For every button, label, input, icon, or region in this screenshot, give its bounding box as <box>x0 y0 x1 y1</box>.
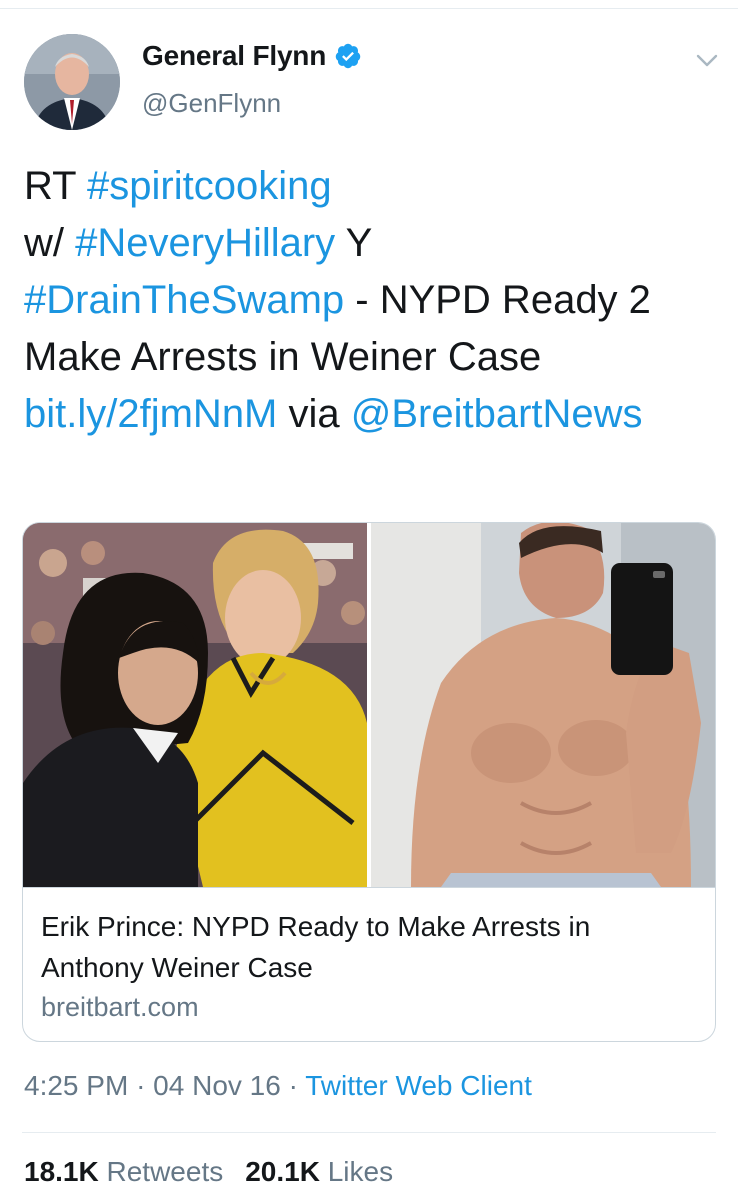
retweets-label: Retweets <box>106 1156 224 1187</box>
card-body[interactable]: Erik Prince: NYPD Ready to Make Arrests … <box>23 887 715 1023</box>
short-url-link[interactable]: bit.ly/2fjmNnM <box>24 392 277 436</box>
tweet-text: RT #spiritcooking w/ #NeveryHillary Y #D… <box>24 158 704 443</box>
card-image-right <box>371 523 715 887</box>
tweet-stats: 18.1K Retweets 20.1K Likes <box>24 1156 393 1188</box>
hashtag-link-spiritcooking[interactable]: #spiritcooking <box>87 164 332 208</box>
card-image-left <box>23 523 367 887</box>
retweets-count: 18.1K <box>24 1156 99 1187</box>
tweet-text-segment: Y <box>335 221 373 265</box>
meta-separator: · <box>288 1070 298 1101</box>
link-preview-card[interactable]: Erik Prince: NYPD Ready to Make Arrests … <box>22 522 716 1042</box>
tweet-date[interactable]: 04 Nov 16 <box>153 1070 281 1101</box>
mention-link-breitbartnews[interactable]: @BreitbartNews <box>351 392 643 436</box>
avatar[interactable] <box>24 34 120 130</box>
likes-label: Likes <box>327 1156 394 1187</box>
tweet-text-segment: RT <box>24 164 87 208</box>
tweet-menu-button[interactable] <box>692 46 722 76</box>
author-handle[interactable]: @GenFlynn <box>142 88 281 119</box>
verified-badge-icon <box>334 42 362 70</box>
stats-divider <box>22 1132 716 1133</box>
hashtag-link-neveryhillary[interactable]: #NeveryHillary <box>75 221 335 265</box>
tweet-client-link[interactable]: Twitter Web Client <box>305 1070 532 1101</box>
likes-count: 20.1K <box>245 1156 320 1187</box>
tweet-text-segment: via <box>277 392 351 436</box>
top-divider <box>0 8 738 9</box>
display-name[interactable]: General Flynn <box>142 40 326 72</box>
card-title: Erik Prince: NYPD Ready to Make Arrests … <box>41 911 591 983</box>
hashtag-link-draintheswamp[interactable]: #DrainTheSwamp <box>24 278 344 322</box>
tweet-time[interactable]: 4:25 PM <box>24 1070 128 1101</box>
meta-separator: · <box>136 1070 146 1101</box>
retweets-stat[interactable]: 18.1K Retweets <box>24 1156 223 1187</box>
chevron-down-icon <box>696 54 718 67</box>
tweet-text-segment: w/ <box>24 221 76 265</box>
author-name-row: General Flynn <box>142 40 362 72</box>
card-image-area[interactable] <box>23 523 715 887</box>
tweet-meta: 4:25 PM · 04 Nov 16 · Twitter Web Client <box>24 1070 532 1102</box>
likes-stat[interactable]: 20.1K Likes <box>245 1156 393 1187</box>
card-domain: breitbart.com <box>41 992 199 1022</box>
